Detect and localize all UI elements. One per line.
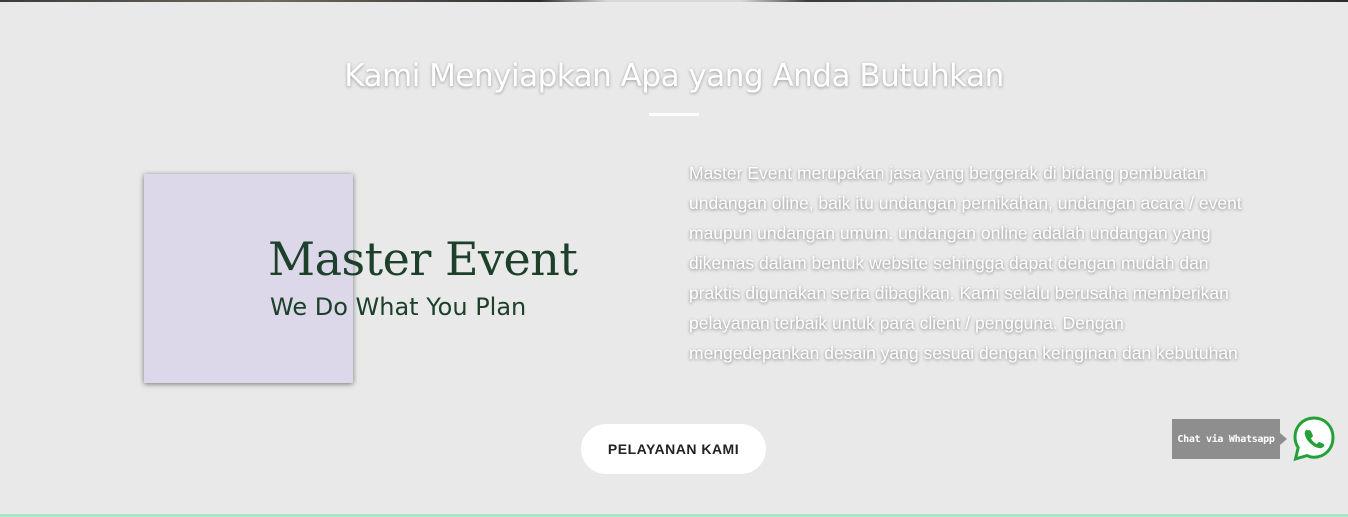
section-title: Kami Menyiapkan Apa yang Anda Butuhkan bbox=[344, 58, 1004, 94]
header-image-edge bbox=[0, 0, 1348, 2]
about-description: Master Event merupakan jasa yang bergera… bbox=[689, 163, 1242, 363]
logo-brand-name: Master Event bbox=[268, 232, 578, 286]
chat-via-whatsapp-label[interactable]: Chat via Whatsapp bbox=[1172, 419, 1287, 459]
whatsapp-icon[interactable] bbox=[1291, 415, 1337, 463]
services-button[interactable]: PELAYANAN KAMI bbox=[581, 424, 766, 474]
title-divider bbox=[649, 113, 699, 116]
logo-tagline: We Do What You Plan bbox=[270, 293, 527, 321]
